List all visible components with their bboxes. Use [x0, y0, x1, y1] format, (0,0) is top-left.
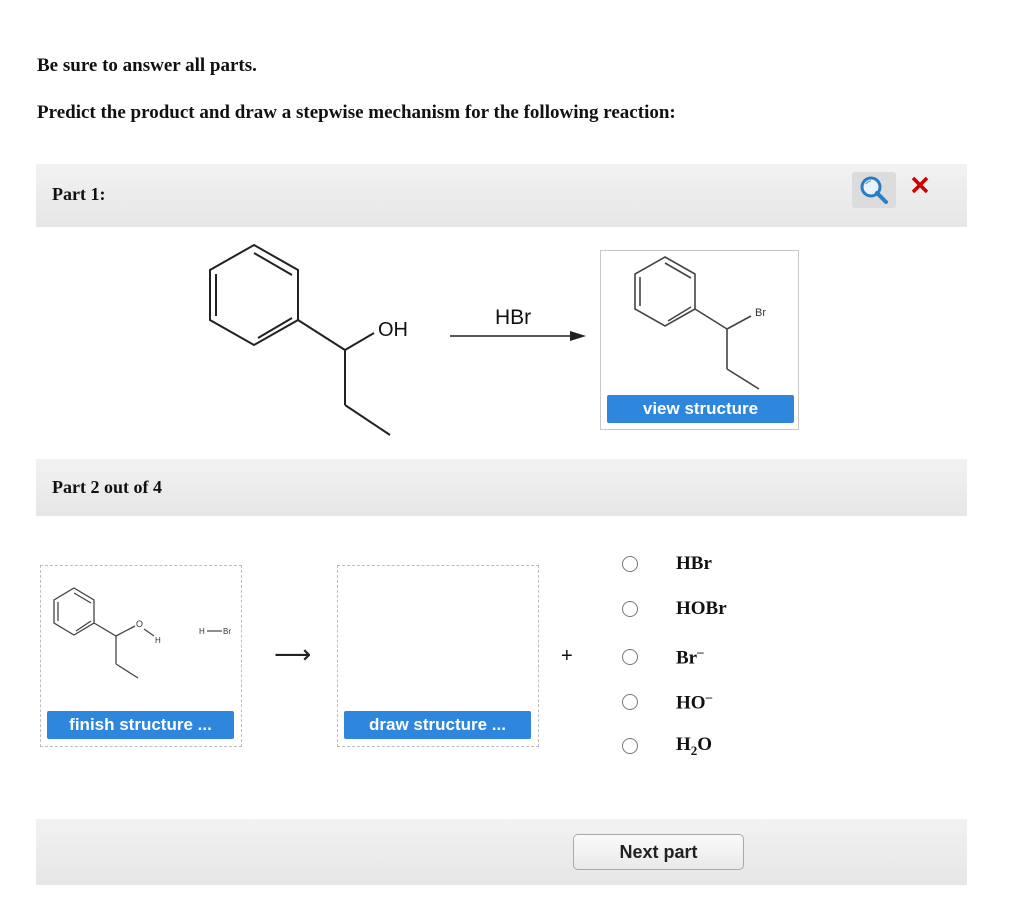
- view-structure-button[interactable]: view structure: [607, 395, 794, 423]
- option-hobr-label: HOBr: [676, 598, 727, 619]
- hydrogen-label: H: [155, 636, 161, 645]
- magnifier-icon: [860, 176, 888, 204]
- part2-header: Part 2 out of 4: [36, 459, 967, 516]
- product-structure-box: Br view structure: [600, 250, 799, 430]
- reactant-structure: OH: [209, 243, 408, 436]
- hbr-bromine-label: Br: [223, 627, 231, 636]
- water-h: H: [676, 733, 691, 755]
- finish-structure-button[interactable]: finish structure ...: [47, 711, 234, 739]
- radio-hbr[interactable]: [622, 556, 638, 572]
- option-water[interactable]: H2O: [622, 734, 712, 758]
- product-structure: Br: [634, 256, 766, 390]
- next-part-button[interactable]: Next part: [573, 834, 744, 870]
- mechanism-arrow: ⟶: [274, 640, 312, 670]
- option-hobr[interactable]: HOBr: [622, 597, 727, 621]
- radio-hydroxide[interactable]: [622, 694, 638, 710]
- zoom-button[interactable]: [852, 172, 896, 208]
- reagent-label: HBr: [495, 306, 532, 329]
- hydroxide-text: HO: [676, 692, 706, 714]
- oxygen-label: O: [136, 619, 143, 629]
- start-structure: O H H Br: [53, 587, 231, 679]
- option-bromide[interactable]: Br–: [622, 644, 704, 669]
- product-bromine-label: Br: [755, 307, 766, 319]
- option-hydroxide-label: HO–: [676, 689, 712, 714]
- hydroxyl-label: OH: [378, 319, 408, 341]
- mechanism-draw-box[interactable]: draw structure ...: [337, 565, 539, 747]
- bromide-text: Br: [676, 647, 698, 669]
- option-bromide-label: Br–: [676, 644, 704, 669]
- reaction-arrow: [450, 331, 586, 341]
- radio-water[interactable]: [622, 738, 638, 754]
- footer-bar: [36, 819, 967, 885]
- hydroxide-charge: –: [705, 689, 713, 705]
- part1-label: Part 1:: [52, 184, 106, 204]
- water-o: O: [697, 733, 713, 755]
- bromide-charge: –: [697, 644, 704, 660]
- part2-label: Part 2 out of 4: [52, 477, 162, 497]
- option-hbr[interactable]: HBr: [622, 552, 712, 576]
- question-text: Predict the product and draw a stepwise …: [37, 102, 676, 123]
- draw-structure-button[interactable]: draw structure ...: [344, 711, 531, 739]
- option-hydroxide[interactable]: HO–: [622, 689, 712, 714]
- option-water-label: H2O: [676, 734, 712, 759]
- radio-hobr[interactable]: [622, 601, 638, 617]
- plus-sign: +: [561, 645, 573, 667]
- radio-bromide[interactable]: [622, 649, 638, 665]
- close-x-icon[interactable]: [910, 175, 930, 195]
- mechanism-start-box[interactable]: O H H Br finish structure ...: [40, 565, 242, 747]
- instruction-text: Be sure to answer all parts.: [37, 55, 257, 76]
- hbr-hydrogen-label: H: [199, 627, 205, 636]
- part1-header: Part 1:: [36, 164, 967, 227]
- option-hbr-label: HBr: [676, 553, 712, 574]
